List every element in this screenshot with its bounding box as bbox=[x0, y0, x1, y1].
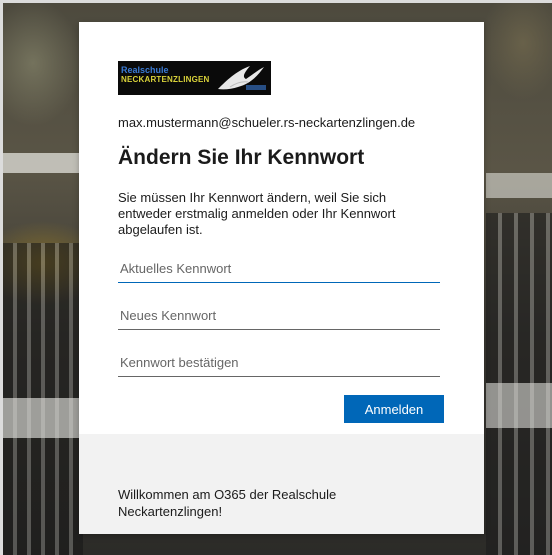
background-roof-left bbox=[3, 153, 83, 173]
background-building-left-panel bbox=[3, 398, 83, 438]
page-description: Sie müssen Ihr Kennwort ändern, weil Sie… bbox=[118, 190, 396, 237]
confirm-password-input[interactable] bbox=[118, 349, 440, 377]
card-footer: Willkommen am O365 der Realschule Neckar… bbox=[79, 434, 484, 534]
logo-line-2: NECKARTENZLINGEN bbox=[121, 75, 210, 84]
card-main: Realschule NECKARTENZLINGEN max.musterma… bbox=[79, 22, 484, 434]
background-roof-right bbox=[486, 173, 552, 198]
background-building-right-panel bbox=[486, 383, 552, 428]
sign-in-button[interactable]: Anmelden bbox=[344, 395, 444, 423]
sign-in-card: Realschule NECKARTENZLINGEN max.musterma… bbox=[79, 22, 484, 534]
current-password-input[interactable] bbox=[118, 255, 440, 283]
page-title: Ändern Sie Ihr Kennwort bbox=[118, 146, 365, 169]
account-email: max.mustermann@schueler.rs-neckartenzlin… bbox=[118, 115, 416, 130]
screen-frame: Realschule NECKARTENZLINGEN max.musterma… bbox=[0, 0, 552, 555]
school-logo: Realschule NECKARTENZLINGEN bbox=[118, 61, 271, 95]
logo-line-1: Realschule bbox=[121, 65, 169, 75]
new-password-input[interactable] bbox=[118, 302, 440, 330]
welcome-message: Willkommen am O365 der Realschule Neckar… bbox=[118, 487, 337, 519]
